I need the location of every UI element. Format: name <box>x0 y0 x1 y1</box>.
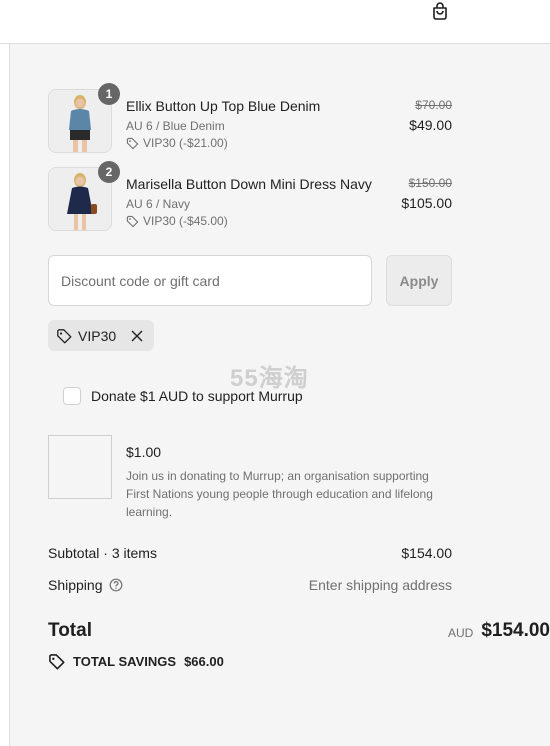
shipping-label: Shipping <box>48 577 103 593</box>
line-item: 1 Ellix Button Up Top Blue Denim AU 6 / … <box>48 83 452 153</box>
original-price: $70.00 <box>415 98 452 112</box>
final-price: $105.00 <box>401 195 452 211</box>
tag-icon <box>57 328 72 343</box>
savings-label: TOTAL SAVINGS <box>73 654 177 669</box>
donation-image <box>48 435 112 499</box>
donate-checkbox[interactable] <box>63 387 81 405</box>
line-item: 2 Marisella Button Down Mini Dress Navy … <box>48 161 452 231</box>
remove-discount-button[interactable] <box>130 329 144 343</box>
final-price: $49.00 <box>409 117 452 133</box>
order-summary: 1 Ellix Button Up Top Blue Denim AU 6 / … <box>10 44 550 746</box>
close-icon <box>131 330 143 341</box>
discount-text: VIP30 (-$45.00) <box>143 214 228 228</box>
total-currency: AUD <box>447 626 474 640</box>
shopping-bag-icon <box>433 2 447 20</box>
tag-icon <box>126 137 139 149</box>
total-savings: TOTAL SAVINGS $66.00 <box>48 653 224 670</box>
product-variant: AU 6 / Blue Denim <box>126 119 225 133</box>
discount-code-input[interactable] <box>48 255 372 306</box>
total-value: $154.00 <box>481 620 550 641</box>
product-image: 2 <box>48 161 120 231</box>
tag-icon <box>126 215 139 227</box>
discount-text: VIP30 (-$21.00) <box>143 136 228 150</box>
product-discount: VIP30 (-$21.00) <box>126 136 228 150</box>
top-bar <box>0 0 550 44</box>
applied-code-label: VIP30 <box>78 327 117 344</box>
tag-icon <box>49 654 65 670</box>
help-icon[interactable] <box>109 578 123 592</box>
donation-description: Join us in donating to Murrup; an organi… <box>126 469 433 519</box>
product-name: Ellix Button Up Top Blue Denim <box>126 98 321 114</box>
subtotal-value: $154.00 <box>401 545 452 561</box>
cart-button[interactable] <box>428 0 452 22</box>
product-discount: VIP30 (-$45.00) <box>126 214 228 228</box>
subtotal-label: Subtotal · 3 items <box>48 545 157 561</box>
donate-label: Donate $1 AUD to support Murrup <box>91 388 303 404</box>
total-label: Total <box>48 620 92 641</box>
product-name: Marisella Button Down Mini Dress Navy <box>126 176 372 192</box>
product-variant: AU 6 / Navy <box>126 197 191 211</box>
left-panel-edge <box>0 44 10 746</box>
product-image: 1 <box>48 83 120 153</box>
applied-discount-chip: VIP30 <box>48 320 155 351</box>
quantity-badge: 1 <box>98 83 120 105</box>
apply-button[interactable]: Apply <box>386 255 452 306</box>
original-price: $150.00 <box>408 176 452 190</box>
donate-option[interactable]: Donate $1 AUD to support Murrup <box>63 387 303 405</box>
donation-amount: $1.00 <box>126 444 162 460</box>
shipping-value: Enter shipping address <box>308 577 452 593</box>
savings-value: $66.00 <box>184 654 224 669</box>
quantity-badge: 2 <box>98 161 120 183</box>
